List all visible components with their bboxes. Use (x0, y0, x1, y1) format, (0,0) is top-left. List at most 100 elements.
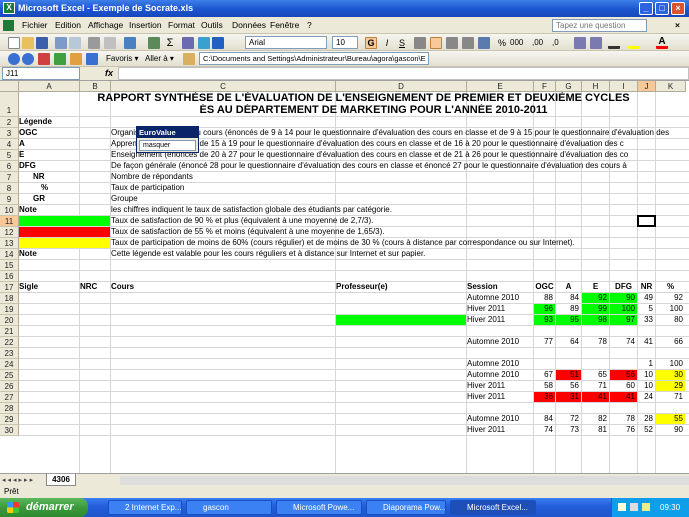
horizontal-scrollbar[interactable] (120, 476, 689, 485)
note-label[interactable]: Note (19, 205, 79, 215)
value-cell[interactable]: 41 (582, 392, 609, 402)
value-cell[interactable]: 92 (582, 293, 609, 303)
row-header-15[interactable]: 15 (0, 260, 19, 271)
ask-question-input[interactable]: Tapez une question (552, 19, 647, 32)
value-cell[interactable]: 90 (610, 293, 637, 303)
value-cell[interactable]: 82 (582, 414, 609, 424)
value-cell[interactable]: 89 (556, 304, 581, 314)
tray-icon[interactable] (618, 503, 626, 511)
task-excel[interactable]: Microsoft Excel... (450, 500, 536, 515)
value-cell[interactable]: 71 (656, 392, 685, 402)
row-header-9[interactable]: 9 (0, 194, 19, 205)
column-header-h[interactable]: H (582, 81, 610, 92)
row-header-13[interactable]: 13 (0, 238, 19, 249)
value-cell[interactable]: 98 (582, 315, 609, 325)
sort-icon[interactable] (182, 37, 194, 49)
row-header-3[interactable]: 3 (0, 128, 19, 139)
value-cell[interactable]: 52 (638, 425, 655, 435)
value-cell[interactable]: 96 (534, 304, 555, 314)
value-cell[interactable]: 88 (534, 293, 555, 303)
legend-description[interactable]: Taux de participation (111, 183, 686, 193)
value-cell[interactable]: 100 (656, 304, 685, 314)
percent-button[interactable]: % (496, 37, 508, 49)
session-cell[interactable]: Automne 2010 (467, 337, 533, 347)
value-cell[interactable]: 66 (656, 337, 685, 347)
green-swatch[interactable] (19, 216, 110, 226)
value-cell[interactable]: 84 (534, 414, 555, 424)
column-header-d[interactable]: D (336, 81, 467, 92)
chart-icon[interactable] (198, 37, 210, 49)
close-window-button[interactable]: × (671, 2, 685, 15)
session-cell[interactable]: Hiver 2011 (467, 392, 533, 402)
row-header-7[interactable]: 7 (0, 172, 19, 183)
open-icon[interactable] (22, 37, 34, 49)
indent-icon[interactable] (590, 37, 602, 49)
fill-color-icon[interactable] (628, 37, 640, 49)
legend-code[interactable]: OGC (19, 128, 79, 138)
row-header-30[interactable]: 30 (0, 425, 19, 436)
active-cell-cursor[interactable] (637, 215, 656, 227)
thousands-button[interactable]: 000 (510, 37, 528, 49)
forward-icon[interactable] (22, 53, 34, 65)
column-header-g[interactable]: G (556, 81, 582, 92)
session-cell[interactable]: Hiver 2011 (467, 381, 533, 391)
value-cell[interactable]: 60 (610, 381, 637, 391)
session-cell[interactable]: Automne 2010 (467, 293, 533, 303)
row-header-27[interactable]: 27 (0, 392, 19, 403)
tray-icon[interactable] (642, 503, 650, 511)
task-internet-explorer[interactable]: 2 Internet Exp... (108, 500, 182, 515)
note2-text[interactable]: Cette légende est valable pour les cours… (111, 249, 686, 259)
row-header-11[interactable]: 11 (0, 216, 19, 227)
align-center-icon[interactable] (430, 37, 442, 49)
yellow-swatch[interactable] (19, 238, 110, 248)
table-header-sigle[interactable]: Sigle (19, 282, 79, 292)
spelling-icon[interactable] (88, 37, 100, 49)
value-cell[interactable]: 99 (582, 304, 609, 314)
close-workbook-button[interactable]: × (675, 20, 680, 30)
value-cell[interactable]: 90 (656, 425, 685, 435)
align-left-icon[interactable] (414, 37, 426, 49)
legend-code[interactable]: % (41, 183, 79, 193)
legend-code[interactable]: E (19, 150, 79, 160)
menu-edition[interactable]: Edition (55, 20, 81, 30)
column-header-a[interactable]: A (19, 81, 80, 92)
value-cell[interactable]: 74 (534, 425, 555, 435)
value-cell[interactable]: 56 (556, 381, 581, 391)
menu-affichage[interactable]: Affichage (88, 20, 123, 30)
hyperlink-icon[interactable] (148, 37, 160, 49)
report-title-line1[interactable]: RAPPORT SYNTHÈSE DE L'ÉVALUATION DE L'EN… (39, 92, 688, 104)
yellow-legend-text[interactable]: Taux de participation de moins de 60% (c… (111, 238, 686, 248)
value-cell[interactable]: 76 (610, 425, 637, 435)
aller-menu[interactable]: Aller à ▾ (145, 54, 174, 63)
value-cell[interactable]: 5 (638, 304, 655, 314)
font-name-select[interactable]: Arial (245, 36, 327, 49)
row-header-20[interactable]: 20 (0, 315, 19, 326)
save-icon[interactable] (36, 37, 48, 49)
value-cell[interactable]: 29 (656, 381, 685, 391)
borders-icon[interactable] (608, 37, 620, 49)
increase-decimal-button[interactable]: ,00 (532, 37, 550, 49)
show-only-web-icon[interactable] (183, 53, 195, 65)
legend-code[interactable]: GR (33, 194, 79, 204)
table-header-e[interactable]: E (582, 282, 609, 292)
address-field[interactable]: C:\Documents and Settings\Administrateur… (199, 52, 429, 65)
value-cell[interactable]: 95 (556, 315, 581, 325)
select-all-corner[interactable] (0, 81, 19, 92)
value-cell[interactable]: 100 (656, 359, 685, 369)
session-cell[interactable]: Hiver 2011 (467, 304, 533, 314)
column-header-e[interactable]: E (467, 81, 534, 92)
value-cell[interactable]: 67 (534, 370, 555, 380)
legend-code[interactable]: NR (33, 172, 79, 182)
stop-icon[interactable] (38, 53, 50, 65)
row-header-23[interactable]: 23 (0, 348, 19, 359)
table-header-ogc[interactable]: OGC (534, 282, 555, 292)
align-right-icon[interactable] (446, 37, 458, 49)
session-cell[interactable]: Automne 2010 (467, 370, 533, 380)
value-cell[interactable]: 55 (656, 414, 685, 424)
row-header-5[interactable]: 5 (0, 150, 19, 161)
merge-center-icon[interactable] (478, 37, 490, 49)
menu-donnees[interactable]: Données (232, 20, 266, 30)
start-button[interactable]: démarrer (0, 498, 88, 517)
value-cell[interactable]: 51 (556, 370, 581, 380)
row-header-8[interactable]: 8 (0, 183, 19, 194)
